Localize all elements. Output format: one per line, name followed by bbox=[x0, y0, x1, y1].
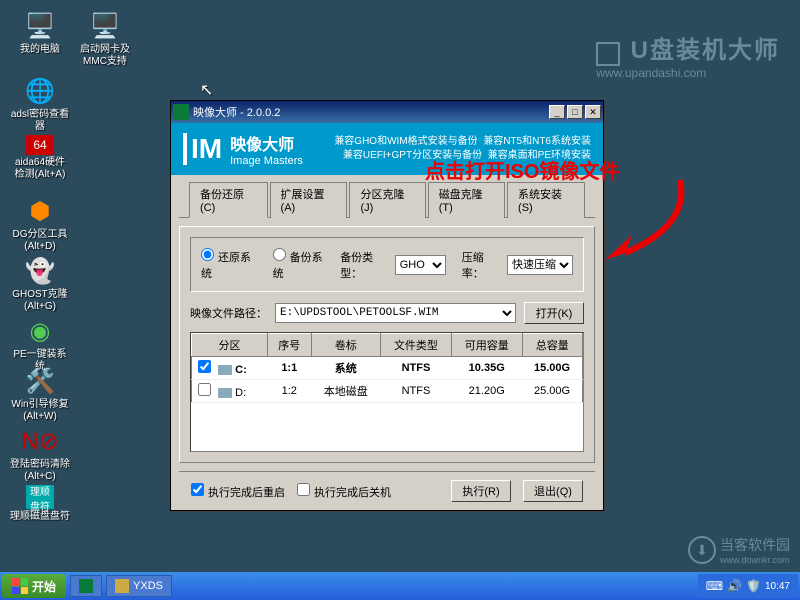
header-banner: IM 映像大师 Image Masters 兼容GHO和WIM格式安装与备份 兼… bbox=[171, 123, 603, 175]
disk-icon: ⬢ bbox=[24, 195, 56, 227]
app-name: 映像大师 bbox=[230, 131, 303, 155]
col-total[interactable]: 总容量 bbox=[522, 334, 582, 357]
tab-row: 备份还原(C) 扩展设置(A) 分区克隆(J) 磁盘克隆(T) 系统安装(S) bbox=[179, 175, 595, 218]
path-label: 映像文件路径： bbox=[190, 305, 267, 321]
main-panel: 还原系统 备份系统 备份类型： GHO 压缩率： 快速压缩 映像文件路径： E:… bbox=[179, 226, 595, 463]
backup-type-select[interactable]: GHO bbox=[395, 255, 446, 275]
aida64-icon: 64 bbox=[26, 135, 54, 155]
shield-icon[interactable]: 🛡️ bbox=[746, 579, 761, 593]
checkbox-shutdown[interactable]: 执行完成后关机 bbox=[297, 483, 391, 500]
icon-label: 启动网卡及MMC支持 bbox=[75, 44, 135, 68]
brand-url: www.upandashi.com bbox=[596, 66, 780, 80]
icon-label: DG分区工具(Alt+D) bbox=[10, 229, 70, 253]
titlebar[interactable]: 映像大师 - 2.0.0.2 _ □ ✕ bbox=[171, 101, 603, 123]
icon-label: 我的电脑 bbox=[10, 44, 70, 56]
desktop-icon-dg[interactable]: ⬢ DG分区工具(Alt+D) bbox=[10, 195, 70, 253]
icon-label: aida64硬件检测(Alt+A) bbox=[10, 157, 70, 181]
feature-list: 兼容GHO和WIM格式安装与备份 兼容NT5和NT6系统安装 兼容UEFI+GP… bbox=[303, 135, 591, 163]
keyboard-icon[interactable]: ⌨ bbox=[706, 579, 723, 593]
icon-label: Win引导修复(Alt+W) bbox=[10, 399, 70, 423]
desktop-icon-pwclear[interactable]: N⊘ 登陆密码清除(Alt+C) bbox=[10, 425, 70, 483]
table-row[interactable]: D: 1:2 本地磁盘 NTFS 21.20G 25.00G bbox=[192, 380, 583, 403]
computer-icon: 🖥️ bbox=[24, 10, 56, 42]
icon-label: GHOST克隆(Alt+G) bbox=[10, 289, 70, 313]
taskbar-item-yxds[interactable]: YXDS bbox=[106, 575, 172, 597]
col-free[interactable]: 可用容量 bbox=[451, 334, 522, 357]
desktop-icon-ghost[interactable]: 👻 GHOST克隆(Alt+G) bbox=[10, 255, 70, 313]
cursor-icon: ↖ bbox=[200, 80, 213, 100]
close-button[interactable]: ✕ bbox=[585, 105, 601, 119]
desktop-icon-diskorder[interactable]: 理顺盘符 理顺磁盘盘符 bbox=[10, 485, 70, 523]
start-button[interactable]: 开始 bbox=[2, 574, 66, 598]
sort-icon: 理顺盘符 bbox=[26, 485, 54, 509]
clock[interactable]: 10:47 bbox=[765, 581, 790, 592]
path-combo[interactable]: E:\UPDSTOOL\PETOOLSF.WIM bbox=[275, 303, 516, 323]
col-partition[interactable]: 分区 bbox=[192, 334, 268, 357]
drive-icon bbox=[218, 388, 232, 398]
taskbar: 开始 YXDS ⌨ 🔊 🛡️ 10:47 bbox=[0, 572, 800, 600]
row-checkbox[interactable] bbox=[198, 360, 211, 373]
radio-backup[interactable]: 备份系统 bbox=[273, 248, 325, 281]
options-group: 还原系统 备份系统 备份类型： GHO 压缩率： 快速压缩 bbox=[190, 237, 584, 292]
partition-table: 分区 序号 卷标 文件类型 可用容量 总容量 C: 1:1 系统 NTFS bbox=[190, 332, 584, 452]
app-subtitle: Image Masters bbox=[230, 155, 303, 167]
ghost-icon: 👻 bbox=[24, 255, 56, 287]
image-masters-window: 映像大师 - 2.0.0.2 _ □ ✕ IM 映像大师 Image Maste… bbox=[170, 100, 604, 511]
tab-system-install[interactable]: 系统安装(S) bbox=[507, 182, 585, 218]
download-badge: ⬇ 当客软件园 www.downkr.com bbox=[688, 535, 790, 565]
tab-partition-clone[interactable]: 分区克隆(J) bbox=[349, 182, 425, 218]
drive-icon bbox=[218, 365, 232, 375]
compress-select[interactable]: 快速压缩 bbox=[507, 255, 573, 275]
brand-title: U盘装机大师 bbox=[631, 37, 780, 64]
open-button[interactable]: 打开(K) bbox=[524, 302, 584, 324]
badge-text: 当客软件园 bbox=[720, 535, 790, 555]
execute-button[interactable]: 执行(R) bbox=[451, 480, 511, 502]
app-icon bbox=[173, 104, 189, 120]
desktop-icon-bootfix[interactable]: 🛠️ Win引导修复(Alt+W) bbox=[10, 365, 70, 423]
globe-icon: 🌐 bbox=[24, 75, 56, 107]
icon-label: 登陆密码清除(Alt+C) bbox=[10, 459, 70, 483]
exit-button[interactable]: 退出(Q) bbox=[523, 480, 583, 502]
download-icon: ⬇ bbox=[688, 536, 716, 564]
app-icon bbox=[79, 579, 93, 593]
brand-watermark: U盘装机大师 www.upandashi.com bbox=[596, 30, 780, 80]
radio-restore[interactable]: 还原系统 bbox=[201, 248, 253, 281]
network-icon: 🖥️ bbox=[89, 10, 121, 42]
volume-icon[interactable]: 🔊 bbox=[727, 579, 742, 593]
bottom-row: 执行完成后重启 执行完成后关机 执行(R) 退出(Q) bbox=[179, 471, 595, 510]
app-icon bbox=[115, 579, 129, 593]
icon-label: adsl密码查看器 bbox=[10, 109, 70, 133]
window-title: 映像大师 - 2.0.0.2 bbox=[193, 104, 547, 120]
desktop-icon-network[interactable]: 🖥️ 启动网卡及MMC支持 bbox=[75, 10, 135, 68]
desktop-icon-mycomputer[interactable]: 🖥️ 我的电脑 bbox=[10, 10, 70, 56]
checkbox-restart[interactable]: 执行完成后重启 bbox=[191, 483, 285, 500]
desktop-icon-aida64[interactable]: 64 aida64硬件检测(Alt+A) bbox=[10, 135, 70, 181]
taskbar-item-app1[interactable] bbox=[70, 575, 102, 597]
compress-label: 压缩率： bbox=[462, 249, 499, 281]
system-tray[interactable]: ⌨ 🔊 🛡️ 10:47 bbox=[698, 574, 798, 598]
icon-label: 理顺磁盘盘符 bbox=[10, 511, 70, 523]
repair-icon: 🛠️ bbox=[24, 365, 56, 397]
table-row[interactable]: C: 1:1 系统 NTFS 10.35G 15.00G bbox=[192, 357, 583, 380]
minimize-button[interactable]: _ bbox=[549, 105, 565, 119]
badge-url: www.downkr.com bbox=[720, 555, 790, 565]
install-icon: ◉ bbox=[24, 315, 56, 347]
col-fs[interactable]: 文件类型 bbox=[381, 334, 452, 357]
logo-text: IM bbox=[183, 133, 222, 165]
annotation-arrow-icon bbox=[590, 175, 700, 270]
maximize-button[interactable]: □ bbox=[567, 105, 583, 119]
tab-extended[interactable]: 扩展设置(A) bbox=[270, 182, 348, 218]
password-icon: N⊘ bbox=[24, 425, 56, 457]
col-volume[interactable]: 卷标 bbox=[311, 334, 381, 357]
desktop-icon-adsl[interactable]: 🌐 adsl密码查看器 bbox=[10, 75, 70, 133]
usb-icon bbox=[596, 42, 620, 66]
windows-logo-icon bbox=[12, 578, 28, 594]
col-seq[interactable]: 序号 bbox=[268, 334, 311, 357]
tab-disk-clone[interactable]: 磁盘克隆(T) bbox=[428, 182, 505, 218]
tab-backup-restore[interactable]: 备份还原(C) bbox=[189, 182, 268, 218]
row-checkbox[interactable] bbox=[198, 383, 211, 396]
backup-type-label: 备份类型： bbox=[340, 249, 387, 281]
